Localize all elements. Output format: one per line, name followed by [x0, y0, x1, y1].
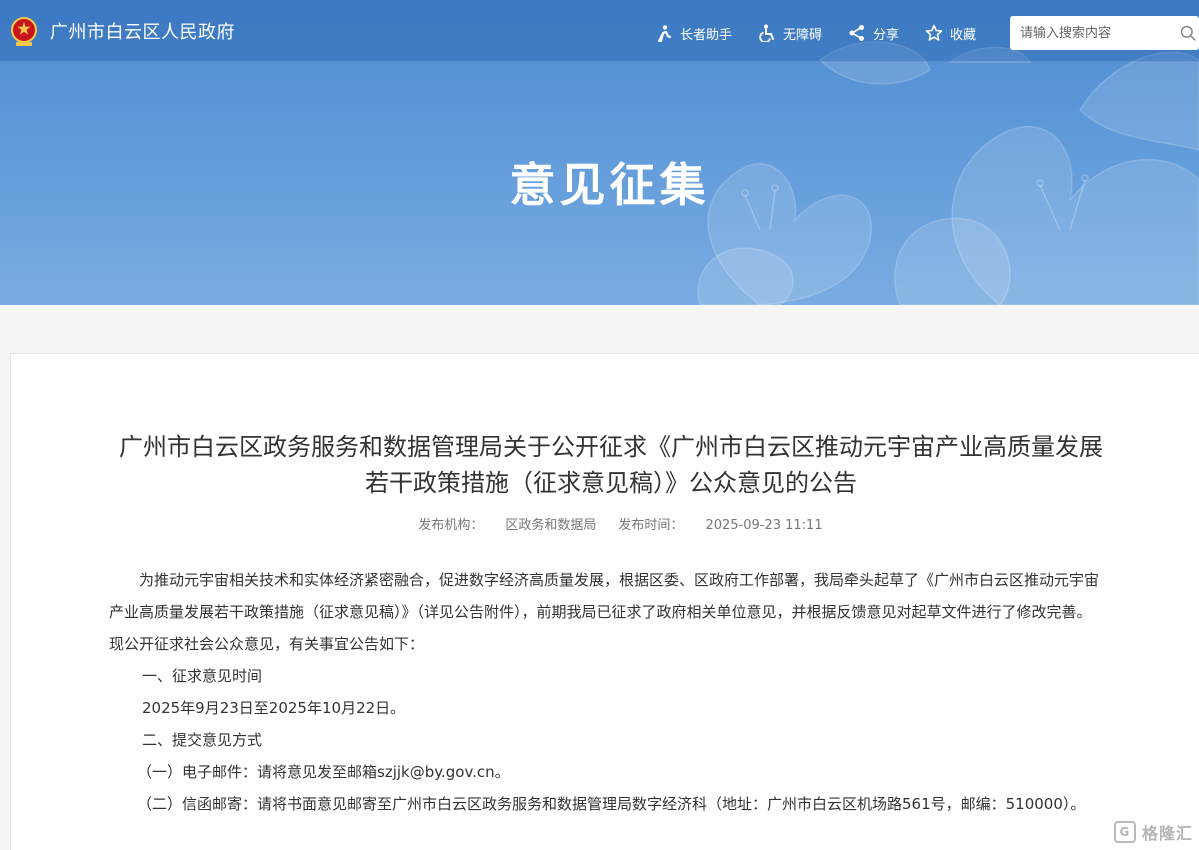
- favorite-label: 收藏: [950, 27, 977, 43]
- banner: 广州市白云区人民政府 长者助手 无障碍 分享 收藏 意见征集: [0, 0, 1199, 305]
- section-heading-method: 二、提交意见方式: [142, 731, 263, 749]
- elder-assist-label: 长者助手: [680, 27, 733, 43]
- publisher-label: 发布机构：: [418, 518, 484, 533]
- share-label: 分享: [873, 27, 900, 43]
- article-title: 广州市白云区政务服务和数据管理局关于公开征求《广州市白云区推动元宇宙产业高质量发…: [111, 429, 1111, 501]
- search-input[interactable]: [1020, 16, 1175, 50]
- search-box: [1010, 16, 1199, 50]
- watermark-text: 格隆汇: [1141, 824, 1193, 843]
- intro-paragraph: 为推动元宇宙相关技术和实体经济紧密融合，促进数字经济高质量发展，根据区委、区政府…: [109, 571, 1100, 653]
- banner-title: 意见征集: [509, 158, 710, 212]
- accessibility-icon: [759, 24, 775, 42]
- favorite-button[interactable]: 收藏: [925, 24, 976, 43]
- publish-time-label: 发布时间：: [618, 518, 684, 533]
- publisher-value: 区政务和数据局: [505, 518, 597, 533]
- article-card: 广州市白云区政务服务和数据管理局关于公开征求《广州市白云区推动元宇宙产业高质量发…: [10, 353, 1199, 850]
- article-meta: 发布机构： 区政务和数据局 发布时间： 2025-09-23 11:11: [11, 514, 1199, 533]
- accessibility-label: 无障碍: [783, 27, 823, 43]
- top-navigation-bar: 广州市白云区人民政府 长者助手 无障碍 分享 收藏: [0, 0, 1199, 62]
- article-title-line-2: 若干政策措施（征求意见稿）》公众意见的公告: [365, 469, 857, 497]
- site-title[interactable]: 广州市白云区人民政府: [50, 22, 235, 44]
- consultation-period: 2025年9月23日至2025年10月22日。: [142, 699, 406, 717]
- accessibility-button[interactable]: 无障碍: [758, 24, 822, 43]
- search-icon[interactable]: [1180, 25, 1196, 41]
- toolbar: 长者助手 无障碍 分享 收藏: [655, 23, 1002, 43]
- article-body: 为推动元宇宙相关技术和实体经济紧密融合，促进数字经济高质量发展，根据区委、区政府…: [109, 564, 1104, 820]
- article-title-line-1: 广州市白云区政务服务和数据管理局关于公开征求《广州市白云区推动元宇宙产业高质量发…: [119, 433, 1103, 461]
- national-emblem-icon: [11, 17, 37, 46]
- publisher-info: 发布机构： 区政务和数据局: [418, 518, 596, 533]
- method-mail: （二）信函邮寄：请将书面意见邮寄至广州市白云区政务服务和数据管理局数字经济科（地…: [137, 795, 1086, 813]
- elder-assist-icon: [658, 25, 672, 42]
- publish-time-info: 发布时间： 2025-09-23 11:11: [618, 518, 822, 533]
- section-heading-time: 一、征求意见时间: [142, 667, 263, 685]
- watermark-logo-icon: G: [1113, 821, 1136, 843]
- publish-time-value: 2025-09-23 11:11: [705, 518, 823, 533]
- watermark: G 格隆汇: [1113, 820, 1193, 844]
- elder-assist-button[interactable]: 长者助手: [655, 24, 732, 43]
- share-icon: [849, 25, 865, 41]
- method-email: （一）电子邮件：请将意见发至邮箱szjjk@by.gov.cn。: [137, 763, 510, 781]
- share-button[interactable]: 分享: [848, 24, 899, 43]
- star-icon: [925, 24, 943, 41]
